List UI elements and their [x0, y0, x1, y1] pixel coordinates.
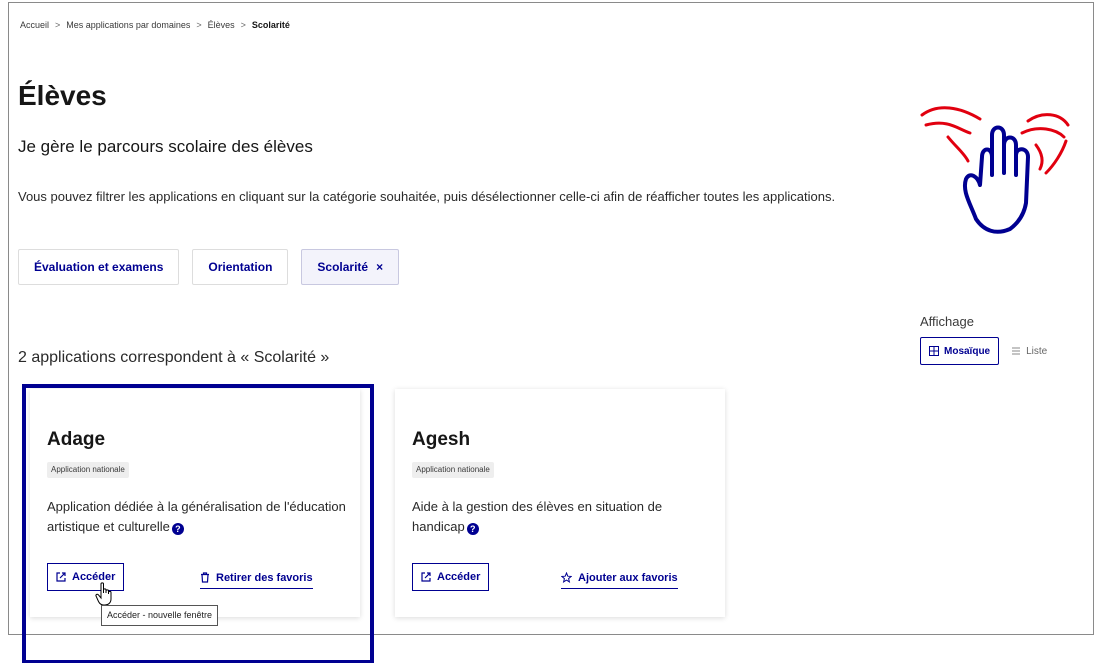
add-favorite-button[interactable]: Ajouter aux favoris [561, 567, 678, 589]
grid-icon [929, 346, 939, 356]
favorite-label: Ajouter aux favoris [578, 571, 678, 584]
card-title: Agesh [412, 429, 471, 450]
breadcrumb-separator: > [55, 20, 61, 30]
page-subtitle: Je gère le parcours scolaire des élèves [18, 137, 313, 156]
list-view-button[interactable]: Liste [1003, 337, 1055, 365]
hand-illustration [920, 106, 1070, 234]
breadcrumb-separator: > [196, 20, 202, 30]
breadcrumb-eleves[interactable]: Élèves [208, 20, 235, 30]
display-label: Affichage [920, 314, 974, 329]
tag-label: Scolarité [317, 260, 369, 274]
card-badge: Application nationale [47, 462, 129, 478]
results-count: 2 applications correspondent à « Scolari… [18, 349, 330, 366]
display-toggle-group: Mosaïque Liste [920, 337, 1055, 365]
card-description-text: Application dédiée à la généralisation d… [47, 499, 346, 534]
breadcrumb-home[interactable]: Accueil [20, 20, 49, 30]
app-card-adage: Adage Application nationale Application … [30, 389, 360, 617]
display-switcher: Affichage Mosaïque Liste [920, 314, 1055, 365]
breadcrumb-separator: > [240, 20, 246, 30]
tag-orientation[interactable]: Orientation [192, 249, 289, 285]
external-link-icon [56, 572, 66, 582]
app-card-agesh: Agesh Application nationale Aide à la ge… [395, 389, 725, 617]
card-description-text: Aide à la gestion des élèves en situatio… [412, 499, 663, 534]
page-title: Élèves [18, 80, 107, 111]
breadcrumb-current: Scolarité [251, 20, 290, 30]
page-description: Vous pouvez filtrer les applications en … [18, 189, 836, 204]
remove-favorite-button[interactable]: Retirer des favoris [200, 567, 313, 589]
help-icon[interactable]: ? [171, 523, 184, 535]
card-description: Application dédiée à la généralisation d… [47, 497, 347, 537]
list-label: Liste [1026, 345, 1048, 357]
filter-tags: Évaluation et examens Orientation Scolar… [18, 249, 400, 285]
help-icon[interactable]: ? [466, 523, 479, 535]
breadcrumb: Accueil > Mes applications par domaines … [20, 20, 290, 30]
tag-label: Orientation [208, 260, 273, 274]
trash-icon [201, 572, 209, 583]
card-title: Adage [47, 429, 106, 450]
external-link-icon [421, 572, 431, 582]
card-badge: Application nationale [412, 462, 494, 478]
access-button[interactable]: Accéder [412, 563, 490, 591]
mosaic-view-button[interactable]: Mosaïque [920, 337, 1000, 365]
access-label: Accéder [437, 571, 481, 583]
mosaic-label: Mosaïque [944, 345, 991, 357]
access-tooltip: Accéder - nouvelle fenêtre [101, 605, 219, 626]
card-description: Aide à la gestion des élèves en situatio… [412, 497, 712, 537]
star-icon [561, 572, 572, 583]
favorite-label: Retirer des favoris [216, 571, 313, 584]
breadcrumb-domains[interactable]: Mes applications par domaines [66, 20, 190, 30]
tag-scolarite[interactable]: Scolarité × [301, 249, 400, 285]
hand-cursor-icon [95, 582, 112, 606]
tag-label: Évaluation et examens [34, 260, 164, 274]
tag-evaluation-examens[interactable]: Évaluation et examens [18, 249, 180, 285]
close-icon[interactable]: × [376, 260, 383, 274]
list-icon [1012, 347, 1021, 355]
